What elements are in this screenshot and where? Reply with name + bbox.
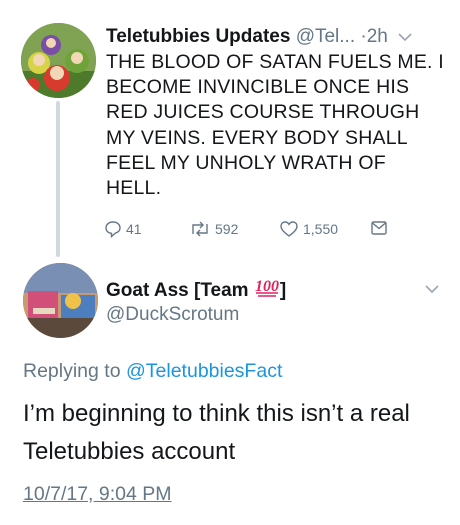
like-button[interactable]: 1,550 [279,220,338,238]
reply-icon [104,220,122,238]
tweet-timestamp[interactable]: 10/7/17, 9:04 PM [23,483,172,506]
retweet-button[interactable]: 592 [189,220,238,238]
replying-to-mention[interactable]: @TeletubbiesFact [126,360,282,382]
retweet-icon [189,220,211,238]
tweet-actions: 41 592 1,550 [0,220,460,242]
display-name-text: Goat Ass [Team [106,280,249,301]
like-count: 1,550 [303,221,339,237]
tweet-text: I’m beginning to think this isn’t a real… [23,400,410,465]
replying-to-prefix: Replying to [23,360,121,382]
reply-count: 41 [126,221,142,237]
reply-button[interactable]: 41 [104,220,142,238]
tweet-text: THE BLOOD OF SATAN FUELS ME. I BECOME IN… [106,51,444,200]
replying-to: Replying to @TeletubbiesFact [23,360,282,383]
hundred-points-emoji: 100 [254,276,280,297]
avatar[interactable] [23,263,98,338]
display-name[interactable]: Goat Ass [Team 100 ] [106,276,286,302]
tweet-header: Teletubbies Updates @Tel... ·2h [106,26,388,48]
message-icon [370,220,388,236]
display-name[interactable]: Teletubbies Updates [106,26,290,47]
display-name-suffix: ] [279,280,287,301]
handle[interactable]: @Tel... [296,26,355,47]
avatar[interactable] [21,23,96,98]
like-icon [279,220,299,238]
chevron-down-icon[interactable] [398,26,412,47]
tweet-time[interactable]: 2h [367,26,388,47]
retweet-count: 592 [215,221,239,237]
handle[interactable]: @DuckScrotum [106,304,239,326]
message-button[interactable] [370,220,388,236]
chevron-down-icon[interactable] [425,278,439,299]
